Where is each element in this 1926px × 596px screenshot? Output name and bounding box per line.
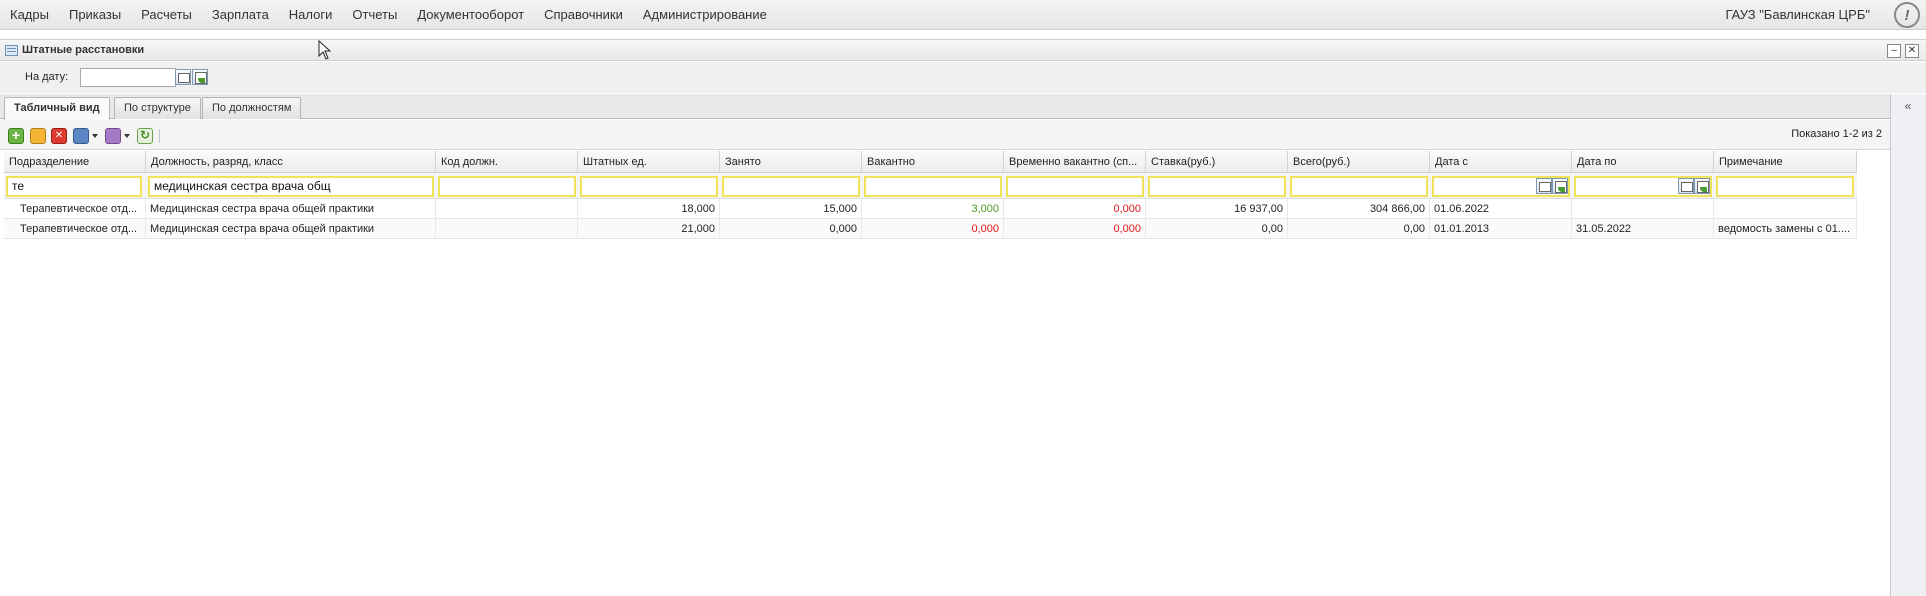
- cell-occupied: 0,000: [720, 219, 862, 239]
- minimize-button[interactable]: –: [1887, 44, 1901, 58]
- main-menu: Кадры Приказы Расчеты Зарплата Налоги От…: [0, 0, 777, 30]
- cell-department: Терапевтическое отд...: [4, 199, 146, 219]
- column-header[interactable]: Штатных ед.: [578, 151, 720, 173]
- filter-input[interactable]: [1290, 176, 1428, 197]
- cell-date-from: 01.01.2013: [1430, 219, 1572, 239]
- table-row[interactable]: Терапевтическое отд... Медицинская сестр…: [4, 199, 1857, 219]
- cell-staff-units: 21,000: [578, 219, 720, 239]
- cell-temp-vacant: 0,000: [1004, 219, 1146, 239]
- clear-date-icon[interactable]: [192, 69, 208, 85]
- view-tabs: Табличный вид По структуре По должностям: [0, 94, 1890, 120]
- filter-input[interactable]: [1006, 176, 1144, 197]
- tab-by-structure[interactable]: По структуре: [114, 97, 201, 119]
- column-header[interactable]: Вакантно: [862, 151, 1004, 173]
- side-panel-strip: «: [1890, 94, 1926, 596]
- cell-date-to: 31.05.2022: [1572, 219, 1714, 239]
- main-menu-bar: Кадры Приказы Расчеты Зарплата Налоги От…: [0, 0, 1926, 30]
- settings-icon[interactable]: [105, 128, 121, 144]
- filter-input[interactable]: [1716, 176, 1854, 197]
- filter-input[interactable]: [722, 176, 860, 197]
- cell-date-to: [1572, 199, 1714, 219]
- delete-icon[interactable]: [51, 128, 67, 144]
- cell-temp-vacant: 0,000: [1004, 199, 1146, 219]
- refresh-icon[interactable]: [137, 128, 153, 144]
- tab-table-view[interactable]: Табличный вид: [4, 97, 110, 120]
- cell-staff-units: 18,000: [578, 199, 720, 219]
- date-filter-input[interactable]: [80, 68, 176, 87]
- column-header[interactable]: Занято: [720, 151, 862, 173]
- edit-icon[interactable]: [30, 128, 46, 144]
- grid-toolbar: Показано 1-2 из 2: [0, 120, 1890, 150]
- info-circle-icon[interactable]: !: [1894, 2, 1920, 28]
- column-header[interactable]: Должность, разряд, класс: [146, 151, 436, 173]
- settings-dropdown-icon[interactable]: [124, 134, 130, 138]
- cell-position: Медицинская сестра врача общей практики: [146, 219, 436, 239]
- organization-name: ГАУЗ "Бавлинская ЦРБ": [1725, 7, 1870, 22]
- cell-position: Медицинская сестра врача общей практики: [146, 199, 436, 219]
- grid-filter-row: те медицинская сестра врача общ: [4, 173, 1857, 199]
- cell-note: ведомость замены с 01....: [1714, 219, 1857, 239]
- close-button[interactable]: ✕: [1905, 44, 1919, 58]
- cell-total: 0,00: [1288, 219, 1430, 239]
- column-header[interactable]: Примечание: [1714, 151, 1857, 173]
- menu-item-prikazy[interactable]: Приказы: [59, 0, 131, 30]
- collapse-panel-icon[interactable]: «: [1899, 99, 1917, 113]
- column-header[interactable]: Дата по: [1572, 151, 1714, 173]
- cell-rate: 0,00: [1146, 219, 1288, 239]
- date-filter-label: На дату:: [25, 71, 69, 83]
- menu-item-nalogi[interactable]: Налоги: [279, 0, 343, 30]
- column-header[interactable]: Дата с: [1430, 151, 1572, 173]
- menu-item-dokumentooborot[interactable]: Документооборот: [407, 0, 534, 30]
- date-filter-row: На дату:: [0, 62, 1926, 93]
- cell-position-code: [436, 219, 578, 239]
- print-dropdown-icon[interactable]: [92, 134, 98, 138]
- calendar-icon[interactable]: [175, 69, 191, 85]
- menu-item-spravochniki[interactable]: Справочники: [534, 0, 633, 30]
- menu-item-zarplata[interactable]: Зарплата: [202, 0, 279, 30]
- cell-note: [1714, 199, 1857, 219]
- print-icon[interactable]: [73, 128, 89, 144]
- calendar-icon[interactable]: [1678, 178, 1694, 194]
- column-header[interactable]: Ставка(руб.): [1146, 151, 1288, 173]
- cell-rate: 16 937,00: [1146, 199, 1288, 219]
- column-header[interactable]: Код должн.: [436, 151, 578, 173]
- cell-vacant: 0,000: [862, 219, 1004, 239]
- menu-item-kadry[interactable]: Кадры: [0, 0, 59, 30]
- staff-grid: Подразделение Должность, разряд, класс К…: [4, 151, 1857, 239]
- cell-date-from: 01.06.2022: [1430, 199, 1572, 219]
- filter-input[interactable]: те: [6, 176, 142, 197]
- cell-position-code: [436, 199, 578, 219]
- column-header[interactable]: Временно вакантно (сп...: [1004, 151, 1146, 173]
- menu-item-administrirovanie[interactable]: Администрирование: [633, 0, 777, 30]
- filter-input[interactable]: медицинская сестра врача общ: [148, 176, 434, 197]
- column-header[interactable]: Всего(руб.): [1288, 151, 1430, 173]
- filter-input[interactable]: [580, 176, 718, 197]
- tab-by-position[interactable]: По должностям: [202, 97, 302, 119]
- menu-item-raschety[interactable]: Расчеты: [131, 0, 202, 30]
- grid-header: Подразделение Должность, разряд, класс К…: [4, 151, 1857, 173]
- table-row[interactable]: Терапевтическое отд... Медицинская сестр…: [4, 219, 1857, 239]
- cell-department: Терапевтическое отд...: [4, 219, 146, 239]
- calendar-icon[interactable]: [1536, 178, 1552, 194]
- filter-input[interactable]: [438, 176, 576, 197]
- window-title-bar: Штатные расстановки – ✕: [0, 39, 1926, 61]
- records-shown-label: Показано 1-2 из 2: [1791, 128, 1882, 140]
- menu-item-otchety[interactable]: Отчеты: [342, 0, 407, 30]
- window-icon: [5, 45, 18, 56]
- filter-input[interactable]: [1148, 176, 1286, 197]
- cell-occupied: 15,000: [720, 199, 862, 219]
- clear-date-icon[interactable]: [1552, 178, 1568, 194]
- filter-input[interactable]: [864, 176, 1002, 197]
- add-icon[interactable]: [8, 127, 24, 144]
- window-title: Штатные расстановки: [22, 44, 145, 56]
- toolbar-separator: [159, 129, 160, 143]
- cell-vacant: 3,000: [862, 199, 1004, 219]
- cell-total: 304 866,00: [1288, 199, 1430, 219]
- clear-date-icon[interactable]: [1694, 178, 1710, 194]
- column-header[interactable]: Подразделение: [4, 151, 146, 173]
